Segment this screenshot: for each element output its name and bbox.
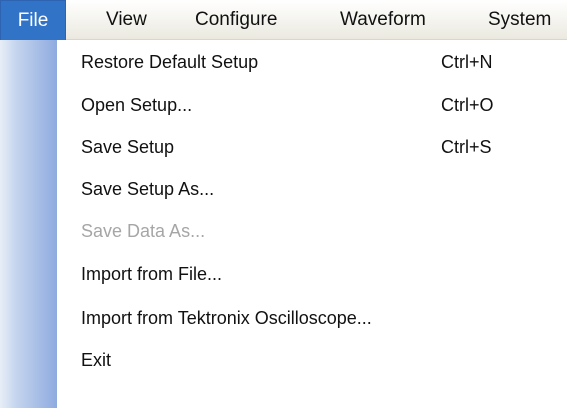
file-menu-dropdown: Restore Default Setup Ctrl+N Open Setup.… — [0, 40, 567, 408]
menu-configure-label: Configure — [195, 9, 278, 30]
menu-item-restore-default-setup[interactable]: Restore Default Setup Ctrl+N — [57, 43, 567, 82]
menu-item-shortcut: Ctrl+N — [441, 52, 493, 72]
menu-item-save-data-as: Save Data As... — [57, 212, 567, 251]
menu-item-save-setup[interactable]: Save Setup Ctrl+S — [57, 128, 567, 167]
menu-item-label: Import from File... — [81, 264, 223, 284]
menu-configure[interactable]: Configure — [195, 0, 277, 40]
menu-system-label: System — [488, 9, 552, 30]
menu-icon-gutter — [0, 40, 57, 408]
menu-item-label: Open Setup... — [81, 95, 193, 115]
menu-item-label: Save Setup — [81, 137, 175, 157]
menu-system[interactable]: System — [488, 0, 551, 40]
menu-view[interactable]: View — [106, 0, 147, 40]
menu-item-save-setup-as[interactable]: Save Setup As... — [57, 170, 567, 209]
menu-item-label: Restore Default Setup — [81, 52, 259, 72]
menu-item-label: Import from Tektronix Oscilloscope... — [81, 308, 372, 328]
menu-waveform[interactable]: Waveform — [340, 0, 426, 40]
menu-file[interactable]: File — [0, 0, 66, 40]
menu-item-label: Save Setup As... — [81, 179, 215, 199]
menu-waveform-label: Waveform — [340, 9, 426, 30]
menu-item-shortcut: Ctrl+S — [441, 137, 492, 157]
menu-item-label: Save Data As... — [81, 221, 206, 241]
menu-item-open-setup[interactable]: Open Setup... Ctrl+O — [57, 86, 567, 125]
menu-item-label: Exit — [81, 350, 112, 370]
menu-bar: File View Configure Waveform System — [0, 0, 567, 40]
menu-item-import-from-file[interactable]: Import from File... — [57, 255, 567, 294]
menu-item-shortcut: Ctrl+O — [441, 95, 494, 115]
menu-file-label: File — [17, 10, 49, 31]
menu-view-label: View — [106, 9, 147, 30]
menu-item-exit[interactable]: Exit — [57, 341, 567, 380]
menu-item-import-from-tektronix-oscilloscope[interactable]: Import from Tektronix Oscilloscope... — [57, 299, 567, 338]
